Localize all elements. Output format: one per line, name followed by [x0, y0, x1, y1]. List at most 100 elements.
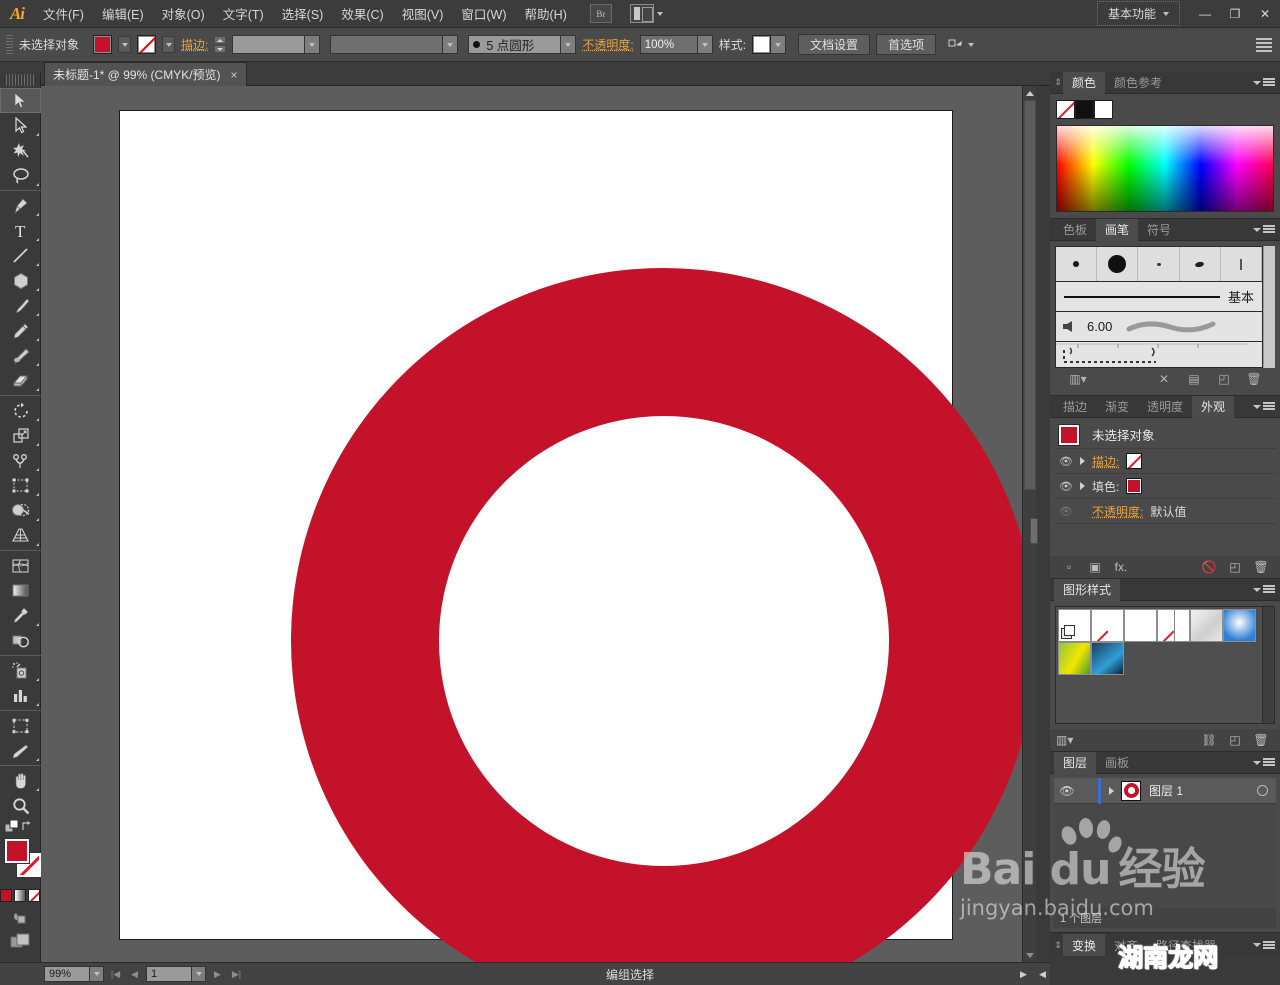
color-panel-menu-icon[interactable]: [1253, 78, 1275, 87]
brushes-panel-menu-icon[interactable]: [1253, 225, 1275, 234]
fill-dropdown-icon[interactable]: [118, 36, 132, 53]
vertical-scroll-thumb[interactable]: [1024, 100, 1036, 490]
canvas-area[interactable]: [41, 86, 1036, 962]
delete-graphic-style-icon[interactable]: 🗑: [1248, 733, 1274, 747]
appearance-opacity-label[interactable]: 不透明度:: [1092, 503, 1143, 520]
red-ring-shape[interactable]: [291, 268, 1036, 962]
add-effect-icon[interactable]: fx.: [1108, 560, 1134, 574]
add-new-stroke-icon[interactable]: ▫: [1056, 560, 1082, 574]
color-button[interactable]: [0, 889, 12, 902]
zoom-level-input[interactable]: 99%: [44, 966, 90, 982]
appearance-opacity-row[interactable]: 👁 不透明度: 默认值: [1054, 499, 1276, 524]
graphic-style-swatch[interactable]: [1058, 609, 1091, 642]
close-icon[interactable]: ×: [231, 68, 238, 82]
tab-transform[interactable]: 变换: [1063, 934, 1106, 956]
workspace-switcher[interactable]: 基本功能: [1096, 1, 1180, 26]
layer-row[interactable]: 👁 图层 1: [1054, 777, 1276, 804]
layers-panel-menu-icon[interactable]: [1253, 758, 1275, 767]
chevron-down-icon[interactable]: [968, 42, 975, 47]
document-tab[interactable]: 未标题-1* @ 99% (CMYK/预览) ×: [44, 62, 247, 86]
status-collapse-icon[interactable]: ◀: [1035, 966, 1050, 982]
brush-preset-4[interactable]: [1180, 247, 1221, 281]
color-swatch-none[interactable]: [1056, 100, 1075, 119]
graphic-styles-panel-menu-icon[interactable]: [1253, 585, 1275, 594]
lock-toggle[interactable]: [1080, 778, 1098, 804]
column-graph-tool[interactable]: [0, 683, 41, 708]
none-button[interactable]: [28, 889, 40, 902]
graphic-styles-libraries-icon[interactable]: ▥▾: [1056, 733, 1090, 747]
appearance-target-swatch[interactable]: [1058, 423, 1080, 446]
layers-list[interactable]: [1054, 804, 1276, 908]
tab-artboards[interactable]: 画板: [1096, 752, 1138, 774]
graphic-style-swatch[interactable]: [1124, 609, 1157, 642]
appearance-stroke-swatch[interactable]: [1126, 453, 1143, 469]
stroke-weight-input[interactable]: [232, 35, 306, 54]
last-page-icon[interactable]: ▶|: [229, 966, 244, 982]
eye-icon[interactable]: 👁: [1059, 455, 1073, 468]
appearance-fill-swatch[interactable]: [1126, 478, 1143, 494]
mesh-tool[interactable]: [0, 553, 41, 578]
line-segment-tool[interactable]: [0, 243, 41, 268]
brush-definition-dropdown-icon[interactable]: [561, 35, 577, 54]
tab-layers[interactable]: 图层: [1054, 751, 1097, 774]
new-graphic-style-icon[interactable]: ◰: [1222, 733, 1248, 747]
stroke-profile-input[interactable]: [330, 35, 444, 54]
selection-tool[interactable]: [0, 88, 41, 113]
menu-edit[interactable]: 编辑(E): [93, 0, 153, 27]
stroke-weight-dropdown-icon[interactable]: [305, 35, 321, 54]
status-menu-icon[interactable]: ▶: [1016, 966, 1031, 982]
symbol-sprayer-tool[interactable]: [0, 658, 41, 683]
brush-size-row[interactable]: 6.00: [1055, 312, 1263, 342]
menu-help[interactable]: 帮助(H): [516, 0, 576, 27]
menu-file[interactable]: 文件(F): [34, 0, 93, 27]
brush-preset-5[interactable]: [1221, 247, 1263, 281]
delete-brush-icon[interactable]: 🗑: [1239, 372, 1269, 386]
brush-pattern-row[interactable]: [1055, 342, 1263, 368]
minimize-button[interactable]: —: [1190, 1, 1220, 27]
color-spectrum[interactable]: [1056, 125, 1274, 212]
tab-gradient[interactable]: 渐变: [1096, 396, 1138, 418]
new-brush-icon[interactable]: ◰: [1209, 372, 1239, 386]
page-number-input[interactable]: 1: [146, 966, 192, 982]
first-page-icon[interactable]: |◀: [108, 966, 123, 982]
clear-appearance-icon[interactable]: 🚫: [1196, 560, 1222, 574]
menu-object[interactable]: 对象(O): [153, 0, 214, 27]
scale-tool[interactable]: [0, 423, 41, 448]
restore-button[interactable]: ❐: [1220, 1, 1250, 27]
chevron-right-icon[interactable]: [1080, 482, 1085, 490]
appearance-fill-label[interactable]: 填色:: [1092, 478, 1119, 495]
eye-icon[interactable]: 👁: [1059, 480, 1073, 493]
brushes-scrollbar[interactable]: [1263, 246, 1275, 368]
layer-target-icon[interactable]: [1257, 785, 1268, 796]
graphic-style-swatch[interactable]: [1091, 642, 1124, 675]
drawing-mode-icon[interactable]: [11, 910, 29, 925]
add-new-fill-icon[interactable]: ▣: [1082, 560, 1108, 574]
width-tool[interactable]: [0, 448, 41, 473]
default-fill-stroke-icon[interactable]: [5, 820, 19, 833]
tab-appearance[interactable]: 外观: [1192, 395, 1235, 418]
stroke-weight-stepper[interactable]: [214, 36, 227, 53]
arrange-documents-icon[interactable]: [629, 4, 654, 23]
eraser-tool[interactable]: [0, 368, 41, 393]
tab-graphic-styles[interactable]: 图形样式: [1054, 578, 1121, 601]
brush-preset-2[interactable]: [1097, 247, 1139, 281]
type-tool[interactable]: T: [0, 218, 41, 243]
graphic-styles-grid[interactable]: [1055, 606, 1275, 724]
menu-window[interactable]: 窗口(W): [452, 0, 515, 27]
menu-view[interactable]: 视图(V): [393, 0, 453, 27]
blend-tool[interactable]: [0, 628, 41, 653]
shape-tool[interactable]: [0, 268, 41, 293]
graphic-style-swatch[interactable]: [1223, 609, 1256, 642]
swap-fill-stroke-icon[interactable]: [21, 820, 35, 833]
blob-brush-tool[interactable]: [0, 343, 41, 368]
stroke-dropdown-icon[interactable]: [162, 36, 176, 53]
lasso-tool[interactable]: [0, 163, 41, 188]
graphic-style-swatch[interactable]: [1190, 609, 1223, 642]
tab-symbols[interactable]: 符号: [1138, 219, 1180, 241]
menu-select[interactable]: 选择(S): [273, 0, 333, 27]
scroll-up-icon[interactable]: [1023, 86, 1037, 100]
slice-tool[interactable]: [0, 738, 41, 763]
panel-grip-icon[interactable]: ⇕: [1054, 77, 1062, 89]
panel-grip-icon[interactable]: ⇕: [1054, 939, 1062, 951]
direct-selection-tool[interactable]: [0, 113, 41, 138]
